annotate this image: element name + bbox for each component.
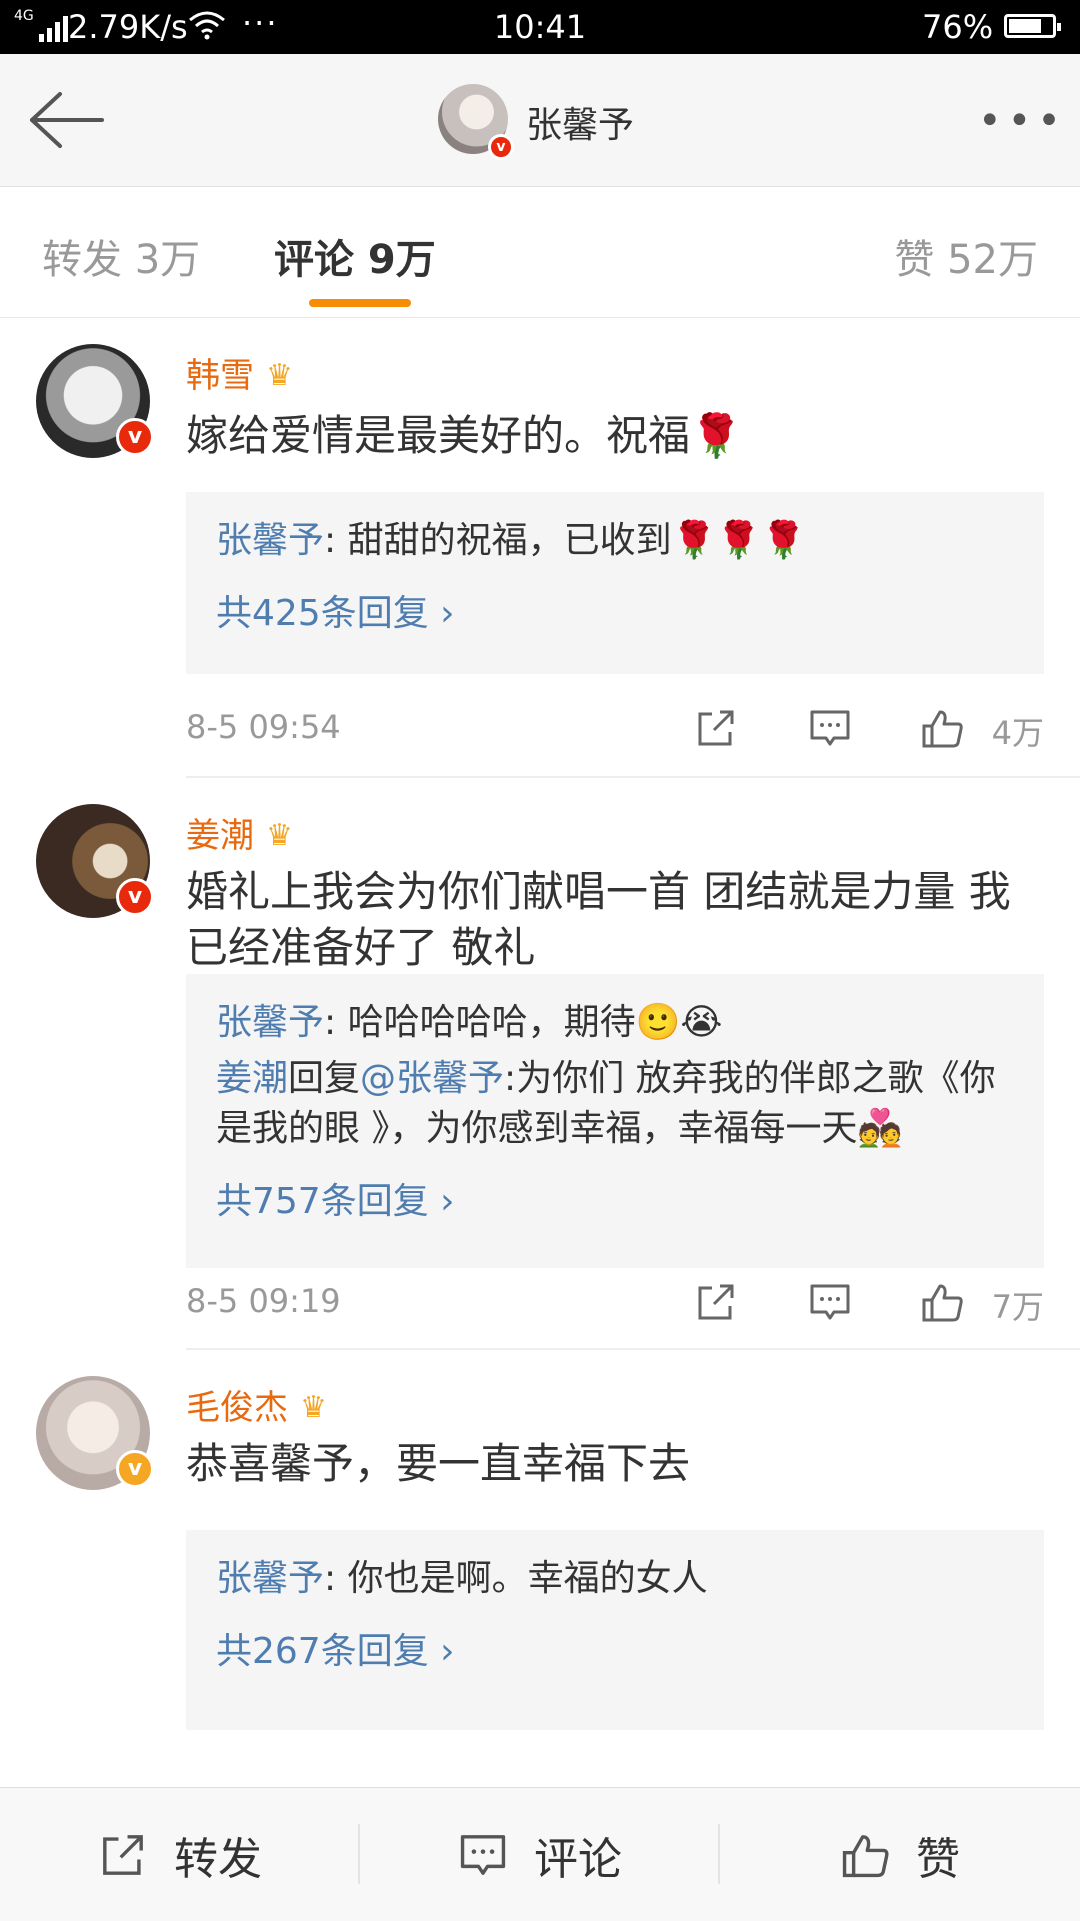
- active-tab-indicator: [309, 299, 411, 307]
- tab-likes[interactable]: 赞 52万: [894, 227, 1038, 285]
- comment-time: 8-5 09:19: [186, 1282, 341, 1320]
- thumbs-up-icon: [842, 1834, 889, 1877]
- comment-item: v 姜潮 ♛ 婚礼上我会为你们献唱一首 团结就是力量 我已经准备好了 敬礼 张馨予…: [0, 778, 1080, 1350]
- share-icon[interactable]: [694, 1280, 738, 1324]
- thumbs-up-icon[interactable]: [920, 706, 964, 750]
- comment-text: 恭喜馨予，要一直幸福下去: [186, 1439, 691, 1488]
- bottom-action-bar: 转发 评论 赞: [0, 1787, 1080, 1921]
- reply-line: 张馨予: 哈哈哈哈哈，期待🙂😭: [216, 998, 1014, 1048]
- reply-separator: :: [504, 1058, 517, 1099]
- comment-author[interactable]: 毛俊杰 ♛: [186, 1380, 327, 1429]
- reply-text: 哈哈哈哈哈，期待🙂😭: [347, 1002, 723, 1043]
- reply-mention[interactable]: @张馨予: [360, 1058, 504, 1099]
- reply-text: 甜甜的祝福，已收到🌹🌹🌹: [347, 520, 807, 561]
- reply-separator: :: [324, 1002, 348, 1043]
- reply-line: 姜潮回复@张馨予:为你们 放弃我的伴郎之歌《你是我的眼 》，为你感到幸福，幸福每…: [216, 1054, 1014, 1154]
- comment-label: 评论: [534, 1833, 622, 1885]
- status-bar: 4G 2.79K/s ··· 10:41 76%: [0, 0, 1080, 54]
- reply-box[interactable]: 张馨予: 甜甜的祝福，已收到🌹🌹🌹 共425条回复 ›: [186, 492, 1044, 674]
- tab-bar: 转发 3万 评论 9万 赞 52万: [0, 187, 1080, 318]
- repost-button[interactable]: 转发: [0, 1788, 360, 1921]
- reply-author[interactable]: 张馨予: [216, 520, 324, 561]
- comment-author-name: 姜潮: [186, 816, 254, 856]
- comment-time: 8-5 09:54: [186, 708, 341, 746]
- comment-icon: [460, 1834, 506, 1875]
- page-title: 张馨予: [526, 105, 635, 146]
- reply-separator: :: [324, 520, 348, 561]
- comment-item: v 韩雪 ♛ 嫁给爱情是最美好的。祝福🌹 张馨予: 甜甜的祝福，已收到🌹🌹🌹 共4…: [0, 318, 1080, 778]
- crown-icon: ♛: [266, 818, 293, 853]
- battery-icon: [1004, 14, 1061, 38]
- verified-v-icon: v: [116, 418, 154, 456]
- battery-percent: 76%: [922, 8, 994, 46]
- comment-text: 嫁给爱情是最美好的。祝福🌹: [186, 411, 743, 460]
- comment-button[interactable]: 评论: [360, 1788, 720, 1921]
- avatar[interactable]: v: [36, 344, 154, 458]
- comment-icon[interactable]: [808, 706, 852, 750]
- comment-icon[interactable]: [808, 1280, 852, 1324]
- reply-line: 张馨予: 你也是啊。幸福的女人: [216, 1554, 1014, 1604]
- like-count: 4万: [991, 714, 1044, 752]
- reply-connector: 回复: [288, 1058, 361, 1099]
- crown-icon: ♛: [300, 1390, 327, 1425]
- more-replies-link[interactable]: 共267条回复 ›: [216, 1622, 1014, 1674]
- verified-v-icon: v: [488, 134, 514, 160]
- more-replies-link[interactable]: 共425条回复 ›: [216, 584, 1014, 636]
- comment-author-name: 韩雪: [186, 356, 254, 396]
- repost-label: 转发: [174, 1833, 262, 1885]
- avatar[interactable]: v: [36, 1376, 154, 1490]
- comment-author[interactable]: 姜潮 ♛: [186, 808, 293, 857]
- tab-repost[interactable]: 转发 3万: [42, 227, 200, 285]
- like-label: 赞: [916, 1833, 960, 1885]
- reply-author[interactable]: 张馨予: [216, 1558, 324, 1599]
- comment-item: v 毛俊杰 ♛ 恭喜馨予，要一直幸福下去 张馨予: 你也是啊。幸福的女人 共267…: [0, 1350, 1080, 1787]
- back-arrow-icon[interactable]: [26, 88, 106, 152]
- avatar[interactable]: v: [36, 804, 154, 918]
- comment-text: 婚礼上我会为你们献唱一首 团结就是力量 我已经准备好了 敬礼: [186, 867, 1011, 972]
- reply-author[interactable]: 姜潮: [216, 1058, 288, 1099]
- reply-line: 张馨予: 甜甜的祝福，已收到🌹🌹🌹: [216, 516, 1014, 566]
- like-button[interactable]: 赞: [720, 1788, 1080, 1921]
- reply-author[interactable]: 张馨予: [216, 1002, 324, 1043]
- comment-author[interactable]: 韩雪 ♛: [186, 348, 293, 397]
- like-count: 7万: [991, 1288, 1044, 1326]
- more-options-icon[interactable]: •••: [978, 98, 1067, 144]
- crown-icon: ♛: [266, 358, 293, 393]
- share-icon[interactable]: [694, 706, 738, 750]
- verified-v-icon: v: [116, 1450, 154, 1488]
- share-icon: [103, 1834, 143, 1875]
- more-replies-link[interactable]: 共757条回复 ›: [216, 1172, 1014, 1224]
- comment-meta: 8-5 09:54 4万: [186, 698, 1044, 758]
- comment-list[interactable]: v 韩雪 ♛ 嫁给爱情是最美好的。祝福🌹 张馨予: 甜甜的祝福，已收到🌹🌹🌹 共4…: [0, 318, 1080, 1787]
- thumbs-up-icon[interactable]: [920, 1280, 964, 1324]
- comment-author-name: 毛俊杰: [186, 1388, 288, 1428]
- comment-meta: 8-5 09:19 7万: [186, 1272, 1044, 1332]
- reply-separator: :: [324, 1558, 348, 1599]
- author-avatar[interactable]: v: [438, 84, 514, 160]
- reply-box[interactable]: 张馨予: 你也是啊。幸福的女人 共267条回复 ›: [186, 1530, 1044, 1730]
- reply-text: 你也是啊。幸福的女人: [347, 1558, 708, 1599]
- verified-v-icon: v: [116, 878, 154, 916]
- clock: 10:41: [493, 8, 587, 46]
- nav-bar: v 张馨予 •••: [0, 54, 1080, 187]
- reply-box[interactable]: 张馨予: 哈哈哈哈哈，期待🙂😭 姜潮回复@张馨予:为你们 放弃我的伴郎之歌《你是…: [186, 974, 1044, 1268]
- tab-comment[interactable]: 评论 9万: [274, 237, 436, 283]
